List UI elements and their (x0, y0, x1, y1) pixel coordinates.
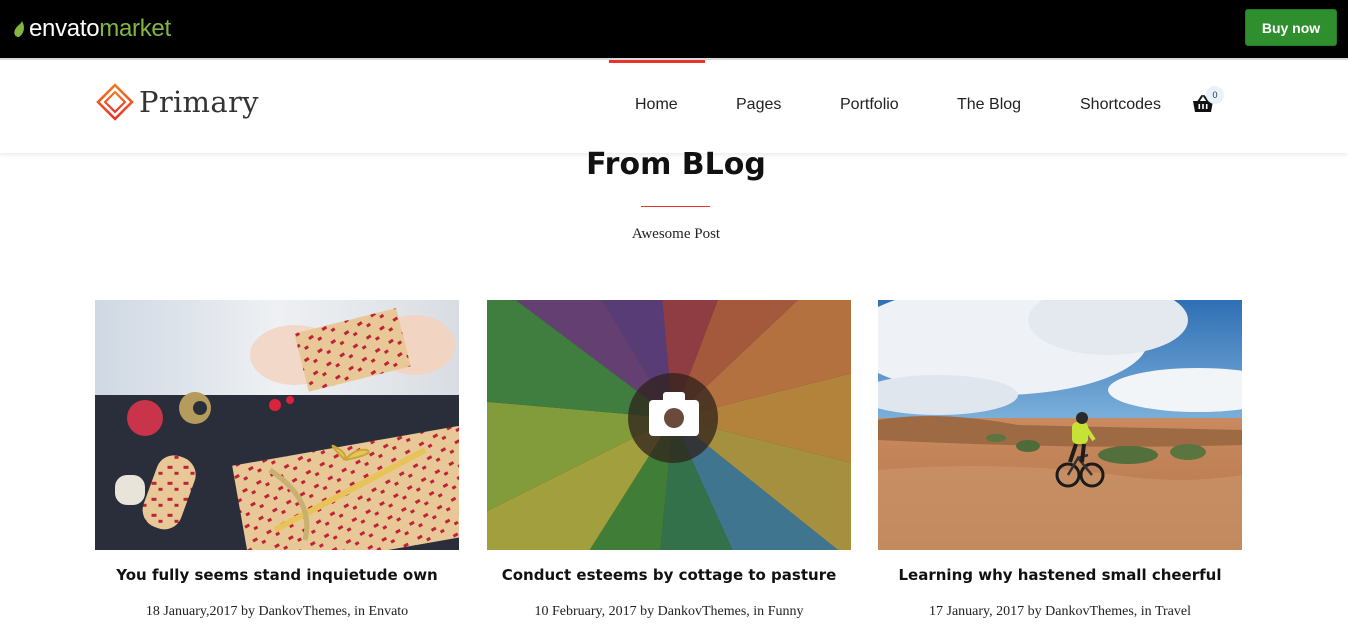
colored-pencils-photo (487, 300, 851, 550)
nav-home[interactable]: Home (635, 96, 678, 114)
post-meta-3: 17 January, 2017 by DankovThemes, in Tra… (878, 604, 1242, 620)
envato-wordmark: envato (29, 15, 100, 42)
section-subtitle: Awesome Post (631, 226, 721, 242)
meta-by: by (640, 604, 655, 619)
section-divider (641, 206, 710, 207)
envato-top-bar: envato market Buy now (0, 0, 1348, 58)
post-author-link[interactable]: DankovThemes, (258, 604, 350, 619)
meta-by: by (240, 604, 255, 619)
meta-in: in (354, 604, 366, 619)
gift-wrapping-photo (95, 300, 459, 550)
site-logo[interactable]: Primary (95, 82, 259, 122)
market-wordmark: market (99, 15, 171, 42)
nav-portfolio[interactable]: Portfolio (840, 96, 899, 114)
nav-pages[interactable]: Pages (736, 96, 781, 114)
envato-logo[interactable]: envato market (13, 14, 171, 44)
post-date: 17 January, 2017 (929, 604, 1025, 619)
post-title-1[interactable]: You fully seems stand inquietude own (95, 566, 459, 584)
post-title-2[interactable]: Conduct esteems by cottage to pasture (487, 566, 851, 584)
meta-in: in (753, 604, 765, 619)
post-image-gift-wrapping[interactable] (95, 300, 459, 550)
meta-in: in (1140, 604, 1152, 619)
section-title: From BLog (586, 147, 766, 182)
post-image-mountain-bike[interactable] (878, 300, 1242, 550)
cart-count-badge: 0 (1206, 86, 1224, 104)
post-meta-2: 10 February, 2017 by DankovThemes, in Fu… (487, 604, 851, 620)
post-title-3[interactable]: Learning why hastened small cheerful (878, 566, 1242, 584)
post-date: 10 February, 2017 (534, 604, 637, 619)
active-nav-indicator (609, 60, 705, 63)
post-meta-1: 18 January,2017 by DankovThemes, in Enva… (95, 604, 459, 620)
post-date: 18 January,2017 (145, 604, 238, 619)
post-image-colored-pencils[interactable] (487, 300, 851, 550)
post-author-link[interactable]: DankovThemes, (1045, 604, 1137, 619)
meta-by: by (1027, 604, 1042, 619)
buy-now-button[interactable]: Buy now (1245, 9, 1337, 46)
diamond-logo-icon (96, 83, 134, 121)
nav-the-blog[interactable]: The Blog (957, 96, 1021, 114)
post-category-link[interactable]: Funny (768, 604, 804, 619)
post-category-link[interactable]: Envato (369, 604, 409, 619)
leaf-icon (14, 20, 24, 37)
site-brand-name: Primary (139, 85, 259, 119)
nav-shortcodes[interactable]: Shortcodes (1080, 96, 1161, 114)
mountain-bike-desert-photo (878, 300, 1242, 550)
post-author-link[interactable]: DankovThemes, (658, 604, 750, 619)
post-category-link[interactable]: Travel (1155, 604, 1191, 619)
